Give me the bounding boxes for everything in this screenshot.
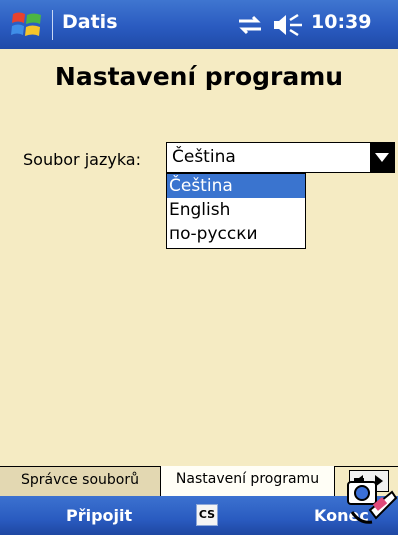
tab-strip: Správce souborů Nastavení programu bbox=[0, 466, 398, 496]
language-option-cestina[interactable]: Čeština bbox=[167, 174, 305, 198]
title-separator bbox=[52, 10, 53, 40]
title-bar: Datis 10:39 bbox=[0, 0, 398, 49]
volume-icon[interactable] bbox=[272, 12, 306, 38]
chevron-down-icon bbox=[375, 153, 389, 162]
dropdown-button[interactable] bbox=[370, 143, 394, 172]
page-title: Nastavení programu bbox=[54, 62, 344, 91]
language-select[interactable]: Čeština bbox=[166, 142, 395, 173]
language-option-english[interactable]: English bbox=[167, 198, 305, 222]
language-file-label: Soubor jazyka: bbox=[23, 150, 141, 169]
camera-connection-icon bbox=[347, 478, 398, 524]
tab-file-manager[interactable]: Správce souborů bbox=[0, 467, 161, 496]
clock[interactable]: 10:39 bbox=[311, 11, 371, 33]
app-title: Datis bbox=[62, 11, 118, 33]
windows-start-icon[interactable] bbox=[10, 8, 44, 42]
menu-bar: Připojit CS Konec bbox=[0, 496, 398, 535]
tab-program-settings[interactable]: Nastavení programu bbox=[161, 466, 335, 496]
input-panel-indicator[interactable]: CS bbox=[196, 504, 218, 526]
connect-softkey[interactable]: Připojit bbox=[66, 506, 132, 525]
language-dropdown-list: Čeština English по-русски bbox=[166, 173, 306, 249]
connectivity-icon[interactable] bbox=[235, 13, 265, 37]
language-select-value: Čeština bbox=[172, 147, 236, 167]
language-option-russian[interactable]: по-русски bbox=[167, 222, 305, 246]
